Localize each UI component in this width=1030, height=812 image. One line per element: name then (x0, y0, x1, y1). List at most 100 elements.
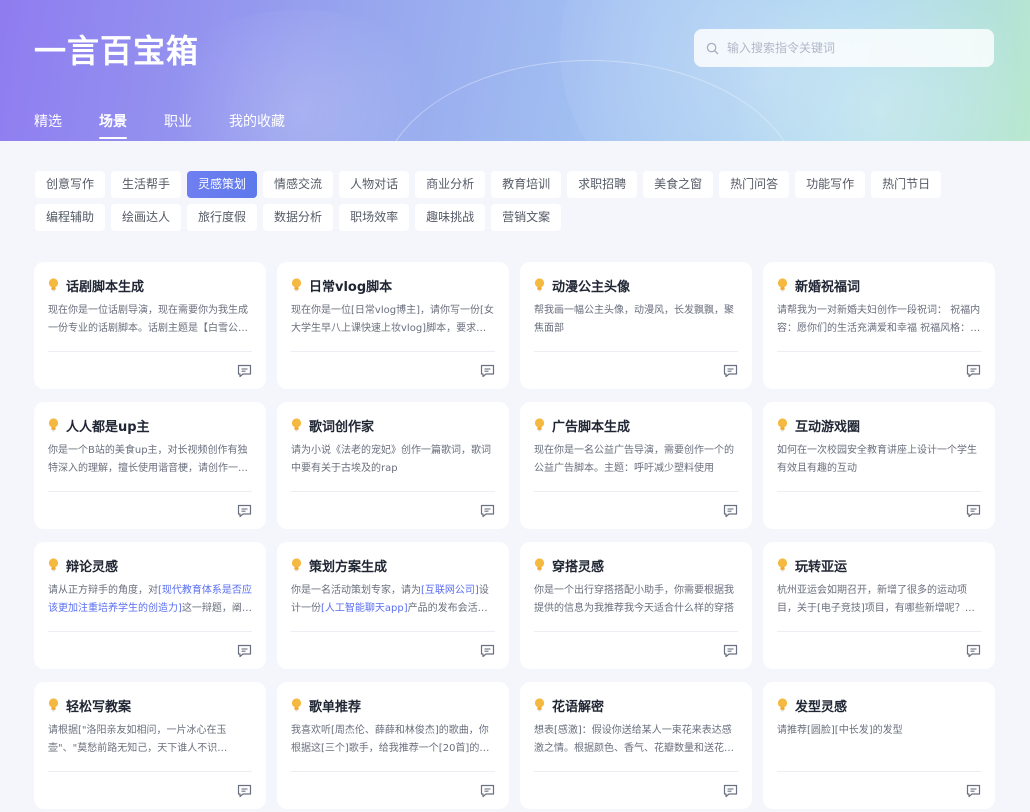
prompt-card[interactable]: 歌单推荐 我喜欢听[周杰伦、薛薛和林俊杰]的歌曲，你根据这[三个]歌手，给我推荐… (277, 682, 509, 809)
tab-scenarios[interactable]: 场景 (99, 111, 127, 139)
lightbulb-icon (291, 418, 302, 432)
lightbulb-icon (291, 558, 302, 572)
prompt-card[interactable]: 新婚祝福词 请帮我为一对新婚夫妇创作一段祝词： 祝福内容：愿你们的生活充满爱和幸… (763, 262, 995, 389)
card-divider (777, 771, 981, 772)
category-chip[interactable]: 情感交流 (263, 171, 334, 198)
card-title: 发型灵感 (777, 697, 981, 715)
category-chip[interactable]: 商业分析 (415, 171, 486, 198)
chat-bubble-icon[interactable] (723, 784, 738, 798)
chat-bubble-icon[interactable] (723, 644, 738, 658)
header-decoration (730, 0, 1030, 141)
card-title-text: 日常vlog脚本 (309, 279, 393, 295)
search-icon (706, 42, 719, 54)
category-chip[interactable]: 绘画达人 (111, 204, 182, 231)
category-chip[interactable]: 功能写作 (795, 171, 866, 198)
category-chip[interactable]: 旅行度假 (187, 204, 258, 231)
card-title: 日常vlog脚本 (291, 277, 495, 295)
card-title-text: 话剧脚本生成 (66, 279, 145, 295)
card-title-text: 广告脚本生成 (552, 419, 631, 435)
card-title-text: 歌单推荐 (309, 699, 362, 715)
card-divider (48, 351, 252, 352)
card-title-text: 轻松写教案 (66, 699, 132, 715)
card-title-text: 发型灵感 (795, 699, 848, 715)
category-chip[interactable]: 求职招聘 (567, 171, 638, 198)
card-description: 请从正方辩手的角度，对[现代教育体系是否应该更加注重培养学生的创造力]这一辩题，… (48, 582, 252, 618)
card-description: 现在你是一位话剧导演，现在需要你为我生成一份专业的话剧脚本。话剧主题是【白雪公主… (48, 305, 248, 334)
lightbulb-icon (777, 418, 788, 432)
search-input[interactable] (727, 41, 977, 55)
card-title-text: 玩转亚运 (795, 559, 848, 575)
prompt-card[interactable]: 人人都是up主 你是一个B站的美食up主，对长视频创作有独特深入的理解，擅长使用… (34, 402, 266, 529)
card-title-text: 歌词创作家 (309, 419, 375, 435)
category-chip[interactable]: 编程辅助 (35, 204, 106, 231)
search-box[interactable] (694, 29, 994, 67)
card-title-text: 辩论灵感 (66, 559, 119, 575)
card-title: 歌词创作家 (291, 417, 495, 435)
tab-professions[interactable]: 职业 (164, 111, 192, 131)
prompt-card[interactable]: 轻松写教案 请根据["洛阳亲友如相问，一片冰心在玉壶"、"莫愁前路无知己，天下谁… (34, 682, 266, 809)
chat-bubble-icon[interactable] (966, 784, 981, 798)
tab-favorites[interactable]: 我的收藏 (229, 111, 285, 131)
prompt-card[interactable]: 话剧脚本生成 现在你是一位话剧导演，现在需要你为我生成一份专业的话剧脚本。话剧主… (34, 262, 266, 389)
chat-bubble-icon[interactable] (237, 644, 252, 658)
chat-bubble-icon[interactable] (723, 504, 738, 518)
prompt-card[interactable]: 花语解密 想表[感激]：假设你送给某人一束花来表达感激之情。根据颜色、香气、花瓣… (520, 682, 752, 809)
desc-highlight: [互联网公司] (421, 585, 479, 596)
chat-bubble-icon[interactable] (237, 784, 252, 798)
desc-text: 你是一名活动策划专家，请为 (291, 585, 421, 596)
card-description: 如何在一次校园安全教育讲座上设计一个学生有效且有趣的互动 (777, 445, 977, 474)
category-chip[interactable]: 热门节日 (871, 171, 942, 198)
lightbulb-icon (777, 698, 788, 712)
category-chip[interactable]: 生活帮手 (111, 171, 182, 198)
category-chip[interactable]: 营销文案 (491, 204, 562, 231)
category-row: 创意写作 生活帮手 灵感策划 情感交流 人物对话 商业分析 教育培训 求职招聘 … (35, 171, 985, 198)
desc-highlight: [人工智能聊天app] (321, 603, 408, 614)
category-chip[interactable]: 教育培训 (491, 171, 562, 198)
card-description: 我喜欢听[周杰伦、薛薛和林俊杰]的歌曲，你根据这[三个]歌手，给我推荐一个[20… (291, 725, 490, 754)
lightbulb-icon (48, 418, 59, 432)
prompt-card[interactable]: 互动游戏圈 如何在一次校园安全教育讲座上设计一个学生有效且有趣的互动 (763, 402, 995, 529)
prompt-card[interactable]: 辩论灵感 请从正方辩手的角度，对[现代教育体系是否应该更加注重培养学生的创造力]… (34, 542, 266, 669)
prompt-card[interactable]: 穿搭灵感 你是一个出行穿搭搭配小助手，你需要根据我提供的信息为我推荐我今天适合什… (520, 542, 752, 669)
prompt-card[interactable]: 日常vlog脚本 现在你是一位[日常vlog博主]，请你写一份[女大学生早八上课… (277, 262, 509, 389)
card-title: 互动游戏圈 (777, 417, 981, 435)
prompt-card[interactable]: 动漫公主头像 帮我画一幅公主头像，动漫风，长发飘飘，聚焦面部 (520, 262, 752, 389)
prompt-card[interactable]: 策划方案生成 你是一名活动策划专家，请为[互联网公司]设计一份[人工智能聊天ap… (277, 542, 509, 669)
prompt-card[interactable]: 广告脚本生成 现在你是一名公益广告导演，需要创作一个的公益广告脚本。主题：呼吁减… (520, 402, 752, 529)
tab-featured[interactable]: 精选 (34, 111, 62, 131)
chat-bubble-icon[interactable] (480, 644, 495, 658)
card-divider (291, 771, 495, 772)
card-divider (777, 631, 981, 632)
card-divider (534, 491, 738, 492)
category-chip[interactable]: 职场效率 (339, 204, 410, 231)
chat-bubble-icon[interactable] (237, 504, 252, 518)
chat-bubble-icon[interactable] (966, 504, 981, 518)
lightbulb-icon (48, 698, 59, 712)
card-title: 辩论灵感 (48, 557, 252, 575)
chat-bubble-icon[interactable] (480, 504, 495, 518)
chat-bubble-icon[interactable] (480, 784, 495, 798)
category-chip[interactable]: 数据分析 (263, 204, 334, 231)
prompt-card[interactable]: 歌词创作家 请为小说《法老的宠妃》创作一篇歌词，歌词中要有关于古埃及的rap (277, 402, 509, 529)
category-chip[interactable]: 人物对话 (339, 171, 410, 198)
chat-bubble-icon[interactable] (966, 644, 981, 658)
card-description: 请根据["洛阳亲友如相问，一片冰心在玉壶"、"莫愁前路无知己，天下谁人不识君"、… (48, 725, 227, 754)
card-description: 现在你是一位[日常vlog博主]，请你写一份[女大学生早八上课快速上妆vlog]… (291, 305, 494, 334)
header-banner: 一言百宝箱 精选 场景 职业 我的收藏 (0, 0, 1030, 141)
chat-bubble-icon[interactable] (480, 364, 495, 378)
category-chip[interactable]: 趣味挑战 (415, 204, 486, 231)
category-chip-active[interactable]: 灵感策划 (187, 171, 258, 198)
card-divider (48, 631, 252, 632)
card-title-text: 策划方案生成 (309, 559, 388, 575)
prompt-card[interactable]: 发型灵感 请推荐[圆脸][中长发]的发型 (763, 682, 995, 809)
card-divider (48, 771, 252, 772)
chat-bubble-icon[interactable] (237, 364, 252, 378)
category-chip[interactable]: 创意写作 (35, 171, 106, 198)
category-chip[interactable]: 热门问答 (719, 171, 790, 198)
lightbulb-icon (777, 278, 788, 292)
chat-bubble-icon[interactable] (723, 364, 738, 378)
prompt-card[interactable]: 玩转亚运 杭州亚运会如期召开，新增了很多的运动项目，关于[电子竞技]项目，有哪些… (763, 542, 995, 669)
category-chip[interactable]: 美食之窗 (643, 171, 714, 198)
card-description: 杭州亚运会如期召开，新增了很多的运动项目，关于[电子竞技]项目，有哪些新增呢？请… (777, 585, 975, 614)
chat-bubble-icon[interactable] (966, 364, 981, 378)
